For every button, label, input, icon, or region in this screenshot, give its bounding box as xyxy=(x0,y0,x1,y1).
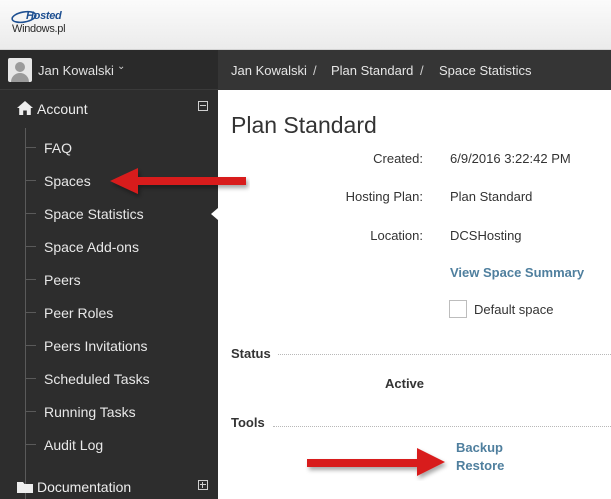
hosting-plan-label: Hosting Plan: xyxy=(345,189,423,204)
sidebar-item-label: Spaces xyxy=(44,173,91,189)
view-space-summary-link[interactable]: View Space Summary xyxy=(450,265,584,280)
expand-icon[interactable] xyxy=(198,480,208,490)
breadcrumb-current: Space Statistics xyxy=(439,63,532,78)
sidebar-item-label: Scheduled Tasks xyxy=(44,371,150,387)
sidebar-item-peer-roles[interactable]: Peer Roles xyxy=(26,300,218,326)
created-label: Created: xyxy=(373,151,423,166)
sidebar-account-label: Account xyxy=(37,101,88,117)
top-header: Hosted Windows.pl xyxy=(0,0,611,50)
sidebar-item-peers[interactable]: Peers xyxy=(26,267,218,293)
sidebar-item-label: Peers xyxy=(44,272,81,288)
sidebar-item-label: Space Statistics xyxy=(44,206,144,222)
avatar xyxy=(8,58,32,82)
folder-icon xyxy=(17,482,33,493)
main-content: Plan Standard Created: 6/9/2016 3:22:42 … xyxy=(218,90,611,499)
default-space-label: Default space xyxy=(474,302,554,317)
tools-heading: Tools xyxy=(231,415,265,430)
breadcrumb-separator: / xyxy=(313,63,317,78)
sidebar-section-account[interactable]: Account xyxy=(0,93,218,123)
location-value: DCSHosting xyxy=(450,228,522,243)
brand-line2: Windows.pl xyxy=(12,23,66,35)
brand-logo[interactable]: Hosted Windows.pl xyxy=(10,10,80,40)
sidebar-item-space-statistics[interactable]: Space Statistics xyxy=(26,201,218,227)
location-label: Location: xyxy=(370,228,423,243)
sidebar-item-audit-log[interactable]: Audit Log xyxy=(26,432,218,458)
sidebar-item-label: Space Add-ons xyxy=(44,239,139,255)
home-icon xyxy=(17,101,33,115)
divider xyxy=(278,354,611,355)
sidebar-item-label: Running Tasks xyxy=(44,404,136,420)
sidebar-item-label: Peers Invitations xyxy=(44,338,148,354)
status-heading: Status xyxy=(231,346,271,361)
chevron-down-icon: ⌄ xyxy=(117,61,126,72)
user-name: Jan Kowalski xyxy=(38,63,114,78)
status-value: Active xyxy=(385,376,425,391)
backup-link[interactable]: Backup xyxy=(456,440,503,455)
hosting-plan-value: Plan Standard xyxy=(450,189,533,204)
annotation-arrow-tools-icon xyxy=(307,448,445,476)
sidebar-item-label: FAQ xyxy=(44,140,73,156)
sidebar-item-peers-invitations[interactable]: Peers Invitations xyxy=(26,333,218,359)
sidebar-item-running-tasks[interactable]: Running Tasks xyxy=(26,399,218,425)
sidebar-documentation-label: Documentation xyxy=(37,479,132,495)
annotation-arrow-spaces-icon xyxy=(110,168,246,194)
brand-line1: Hosted xyxy=(26,10,62,22)
sidebar-item-label: Audit Log xyxy=(44,437,104,453)
breadcrumb-separator: / xyxy=(420,63,424,78)
sidebar: Jan Kowalski ⌄ Account FAQ Spaces Space … xyxy=(0,50,218,499)
divider xyxy=(273,426,611,427)
page-title: Plan Standard xyxy=(231,112,377,138)
created-value: 6/9/2016 3:22:42 PM xyxy=(450,151,571,166)
restore-link[interactable]: Restore xyxy=(456,458,504,473)
breadcrumb-user[interactable]: Jan Kowalski xyxy=(231,63,307,78)
breadcrumb: Jan Kowalski / Plan Standard / Space Sta… xyxy=(218,50,611,90)
sidebar-section-documentation[interactable]: Documentation xyxy=(0,476,218,499)
user-menu[interactable]: Jan Kowalski ⌄ xyxy=(0,50,218,90)
collapse-icon[interactable] xyxy=(198,101,208,111)
sidebar-item-faq[interactable]: FAQ xyxy=(26,135,218,161)
sidebar-item-label: Peer Roles xyxy=(44,305,114,321)
sidebar-item-scheduled-tasks[interactable]: Scheduled Tasks xyxy=(26,366,218,392)
default-space-checkbox[interactable] xyxy=(449,300,467,318)
sidebar-item-space-add-ons[interactable]: Space Add-ons xyxy=(26,234,218,260)
active-item-marker xyxy=(211,208,218,220)
breadcrumb-plan[interactable]: Plan Standard xyxy=(331,63,413,78)
